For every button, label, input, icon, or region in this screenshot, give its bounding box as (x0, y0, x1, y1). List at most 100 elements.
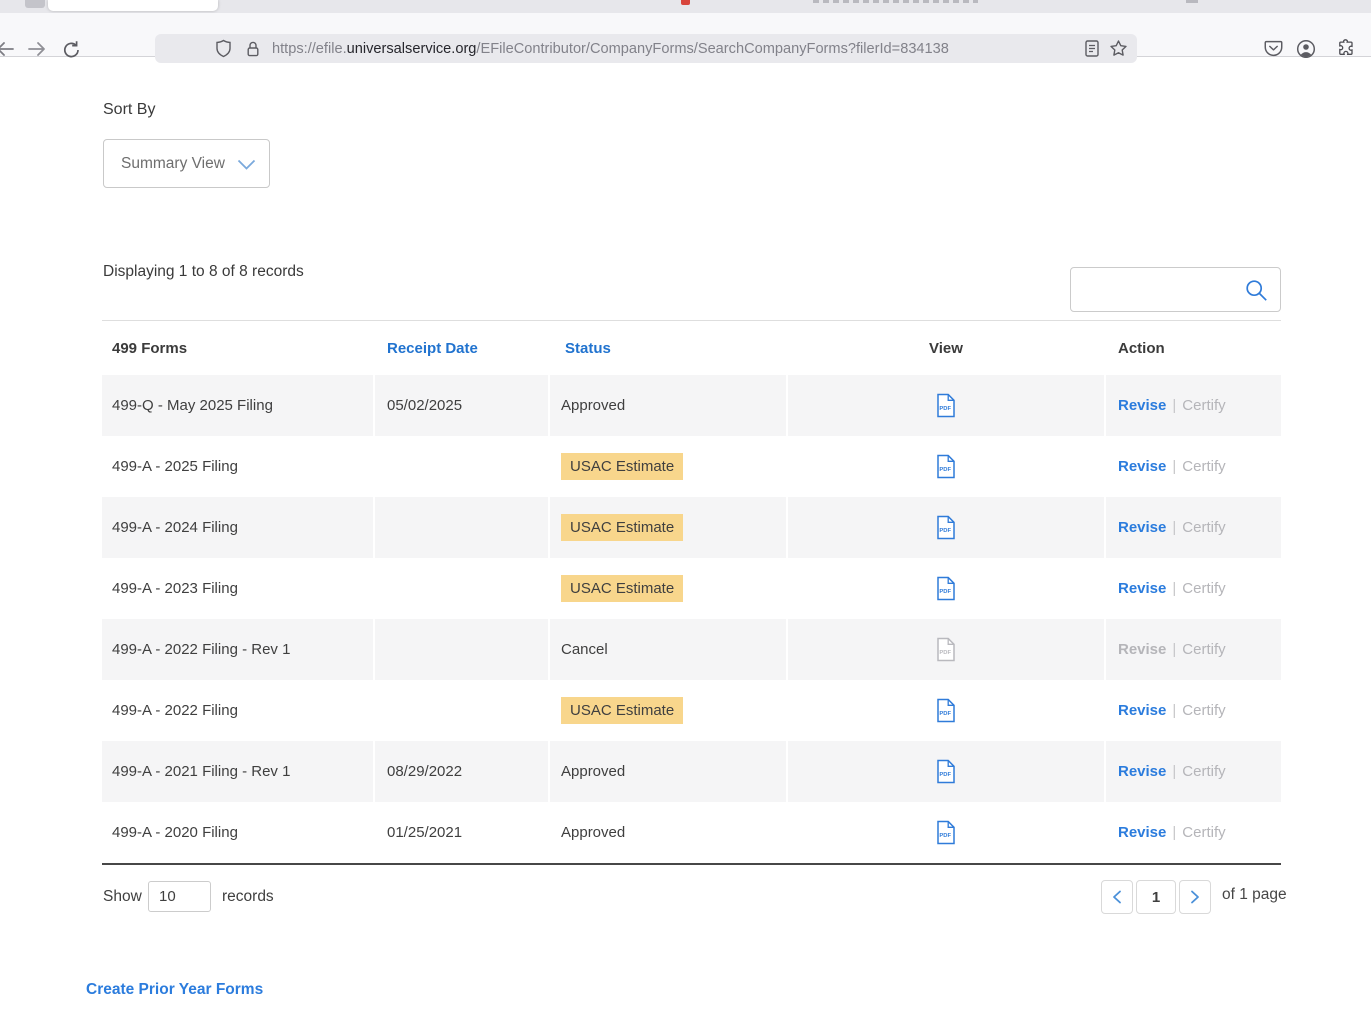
page-size-input[interactable] (148, 881, 211, 912)
action-separator: | (1172, 458, 1176, 475)
table-row: 499-A - 2023 Filing USAC Estimate PDF Re… (102, 558, 1281, 619)
revise-link[interactable]: Revise (1118, 824, 1166, 841)
records-summary: Displaying 1 to 8 of 8 records (103, 263, 304, 281)
form-name: 499-A - 2021 Filing - Rev 1 (102, 741, 373, 802)
receipt-date (375, 680, 548, 741)
view-cell: PDF (788, 375, 1104, 436)
url-text[interactable]: https://efile.universalservice.org/EFile… (272, 41, 949, 57)
receipt-date: 08/29/2022 (375, 741, 548, 802)
url-bar[interactable]: https://efile.universalservice.org/EFile… (155, 34, 1137, 63)
lock-icon[interactable] (245, 40, 261, 58)
status-cell: USAC Estimate (550, 497, 786, 558)
view-cell: PDF (788, 741, 1104, 802)
svg-text:PDF: PDF (939, 467, 951, 473)
svg-text:PDF: PDF (939, 772, 951, 778)
view-cell: PDF (788, 558, 1104, 619)
receipt-date: 05/02/2025 (375, 375, 548, 436)
current-page-number[interactable]: 1 (1136, 880, 1176, 914)
pocket-icon[interactable] (1264, 39, 1283, 58)
active-tab[interactable] (48, 0, 218, 11)
view-cell: PDF (788, 680, 1104, 741)
table-bottom-border (102, 863, 1281, 865)
action-separator: | (1172, 519, 1176, 536)
forward-icon[interactable] (27, 41, 49, 57)
table-row: 499-A - 2020 Filing 01/25/2021 Approved … (102, 802, 1281, 863)
form-name: 499-A - 2024 Filing (102, 497, 373, 558)
account-icon[interactable] (1296, 39, 1316, 59)
pdf-icon[interactable]: PDF (936, 698, 956, 723)
form-name: 499-A - 2022 Filing (102, 680, 373, 741)
action-separator: | (1172, 641, 1176, 658)
background-tab-fragment (1186, 0, 1198, 3)
certify-link[interactable]: Certify (1182, 702, 1225, 719)
action-cell: Revise | Certify (1106, 680, 1281, 741)
column-header-receipt-date[interactable]: Receipt Date (375, 321, 548, 375)
create-prior-year-forms-link[interactable]: Create Prior Year Forms (86, 981, 263, 999)
url-domain: universalservice.org (347, 41, 477, 57)
table-row: 499-Q - May 2025 Filing 05/02/2025 Appro… (102, 375, 1281, 436)
pdf-icon[interactable]: PDF (936, 576, 956, 601)
svg-text:PDF: PDF (939, 589, 951, 595)
url-scheme: https://efile. (272, 41, 347, 57)
sort-by-label: Sort By (103, 101, 155, 119)
certify-link[interactable]: Certify (1182, 458, 1225, 475)
revise-link[interactable]: Revise (1118, 519, 1166, 536)
svg-text:PDF: PDF (939, 406, 951, 412)
sort-view-dropdown[interactable]: Summary View (103, 139, 270, 188)
pdf-icon[interactable]: PDF (936, 454, 956, 479)
action-separator: | (1172, 580, 1176, 597)
chevron-right-icon (1190, 890, 1200, 904)
form-name: 499-A - 2020 Filing (102, 802, 373, 863)
certify-link[interactable]: Certify (1182, 580, 1225, 597)
status-text: Approved (561, 763, 625, 780)
search-icon[interactable] (1245, 279, 1268, 302)
status-text: Approved (561, 397, 625, 414)
certify-link[interactable]: Certify (1182, 397, 1225, 414)
revise-link[interactable]: Revise (1118, 763, 1166, 780)
shield-icon[interactable] (215, 39, 232, 58)
action-cell: Revise|Certify (1106, 802, 1281, 863)
revise-link[interactable]: Revise (1118, 458, 1166, 475)
browser-window: https://efile.universalservice.org/EFile… (0, 0, 1371, 1034)
svg-text:PDF: PDF (939, 650, 951, 656)
view-cell: PDF (788, 436, 1104, 497)
revise-link[interactable]: Revise (1118, 702, 1166, 719)
status-text: Cancel (561, 641, 608, 658)
form-name: 499-Q - May 2025 Filing (102, 375, 373, 436)
certify-link[interactable]: Certify (1182, 824, 1225, 841)
action-separator: | (1172, 702, 1176, 719)
certify-link[interactable]: Certify (1182, 763, 1225, 780)
certify-link[interactable]: Certify (1182, 519, 1225, 536)
status-cell: Approved (550, 375, 786, 436)
view-cell: PDF (788, 619, 1104, 680)
pdf-icon[interactable]: PDF (936, 515, 956, 540)
reader-view-icon[interactable] (1085, 40, 1099, 57)
reload-icon[interactable] (62, 40, 81, 59)
view-cell: PDF (788, 802, 1104, 863)
receipt-date (375, 436, 548, 497)
pdf-icon[interactable]: PDF (936, 820, 956, 845)
column-header-status[interactable]: Status (550, 321, 786, 375)
extensions-puzzle-icon[interactable] (1336, 39, 1355, 58)
status-cell: USAC Estimate (550, 436, 786, 497)
page-count-label: of 1 page (1222, 886, 1287, 904)
browser-toolbar: https://efile.universalservice.org/EFile… (0, 13, 1371, 57)
revise-link[interactable]: Revise (1118, 397, 1166, 414)
table-header-row: 499 Forms Receipt Date Status View Actio… (102, 321, 1281, 375)
pdf-icon[interactable]: PDF (936, 759, 956, 784)
table-row: 499-A - 2024 Filing USAC Estimate PDF Re… (102, 497, 1281, 558)
back-icon[interactable] (0, 40, 15, 58)
revise-link[interactable]: Revise (1118, 580, 1166, 597)
tab-strip (0, 0, 1371, 13)
pdf-icon[interactable]: PDF (936, 393, 956, 418)
receipt-date (375, 619, 548, 680)
status-badge: USAC Estimate (561, 697, 683, 724)
view-cell: PDF (788, 497, 1104, 558)
next-page-button[interactable] (1179, 880, 1211, 914)
status-text: Approved (561, 824, 625, 841)
table-search-input[interactable] (1081, 272, 1241, 307)
bookmark-star-icon[interactable] (1109, 39, 1128, 58)
svg-text:PDF: PDF (939, 711, 951, 717)
previous-page-button[interactable] (1101, 880, 1133, 914)
table-row: 499-A - 2022 Filing - Rev 1 Cancel PDF R… (102, 619, 1281, 680)
